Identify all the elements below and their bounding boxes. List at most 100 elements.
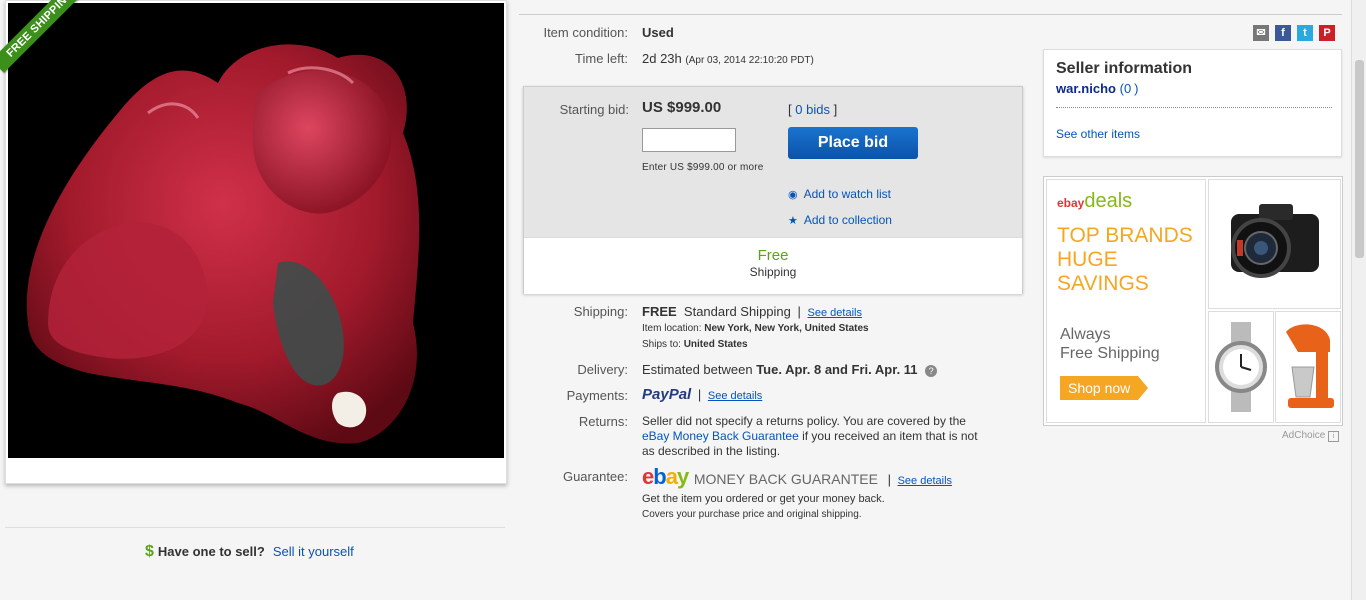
seller-feedback-close: ) xyxy=(1134,81,1139,96)
guarantee-label: Guarantee: xyxy=(562,469,628,484)
see-other-items-link[interactable]: See other items xyxy=(1056,127,1140,141)
product-image[interactable] xyxy=(8,3,504,458)
ships-to-label: Ships to: xyxy=(642,339,681,350)
shipping-value: FREE Standard Shipping | See details xyxy=(642,304,862,319)
shipping-method: Standard Shipping xyxy=(683,304,791,319)
returns-line3: as described in the listing. xyxy=(642,444,781,458)
ebay-logo: ebay xyxy=(642,464,689,489)
divider xyxy=(5,527,505,528)
add-to-collection-link[interactable]: Add to collection xyxy=(804,213,892,227)
star-icon: ★ xyxy=(788,215,798,227)
separator: | xyxy=(797,304,801,319)
starting-bid-label: Starting bid: xyxy=(559,102,629,117)
guarantee-line1: Get the item you ordered or get your mon… xyxy=(642,493,885,505)
product-photo-liver xyxy=(26,44,420,444)
seller-feedback-link[interactable]: 0 xyxy=(1124,81,1131,96)
condition-label: Item condition: xyxy=(543,25,628,40)
bid-hint: Enter US $999.00 or more xyxy=(642,162,764,173)
sell-it-yourself-link[interactable]: Sell it yourself xyxy=(273,544,354,559)
ebay-deals-logo: ebaydeals xyxy=(1057,190,1132,213)
item-location-label: Item location: xyxy=(642,323,702,334)
camera-image xyxy=(1231,204,1319,278)
time-left-duration: 2d 23h xyxy=(642,51,682,66)
ad-always: Always xyxy=(1060,326,1111,343)
separator: | xyxy=(697,387,702,402)
scrollbar[interactable] xyxy=(1351,0,1366,600)
bid-history-link[interactable]: 0 bids xyxy=(795,102,830,117)
shop-now-arrow xyxy=(1138,376,1148,400)
ad-free-shipping: Always Free Shipping xyxy=(1060,325,1160,363)
ships-to-value: United States xyxy=(683,339,748,350)
sell-question: Have one to sell? xyxy=(157,544,265,559)
ad-logo-ebay: ebay xyxy=(1057,196,1085,210)
ad-headline-line2: HUGE xyxy=(1057,248,1118,271)
help-icon[interactable]: ? xyxy=(925,364,938,377)
sell-prompt: $ Have one to sell? Sell it yourself xyxy=(145,543,354,561)
shipping-summary: Free Shipping xyxy=(524,237,1022,294)
seller-name-row: war.nicho (0) xyxy=(1056,81,1139,96)
eye-icon: ◉ xyxy=(788,189,798,201)
dollar-icon: $ xyxy=(145,543,154,560)
guarantee-see-details-link[interactable]: See details xyxy=(898,475,952,487)
returns-label: Returns: xyxy=(578,414,628,429)
shop-now-button[interactable]: Shop now xyxy=(1060,376,1138,400)
twitter-icon[interactable]: t xyxy=(1297,25,1313,41)
watch-list-action[interactable]: ◉ Add to watch list xyxy=(788,187,891,201)
free-shipping-title: Free xyxy=(757,247,789,264)
seller-name-link[interactable]: war.nicho xyxy=(1056,81,1116,96)
shipping-free: FREE xyxy=(642,304,677,319)
free-shipping-subtitle: Shipping xyxy=(749,265,797,279)
share-icons: ✉ f t P xyxy=(1253,25,1335,41)
ad-camera-tile[interactable] xyxy=(1208,179,1341,309)
shipping-see-details-link[interactable]: See details xyxy=(808,307,862,319)
starting-bid-value: US $999.00 xyxy=(642,99,722,116)
payments-value: PayPal | See details xyxy=(642,386,762,403)
ad-watch-tile[interactable] xyxy=(1208,311,1274,423)
shipping-label: Shipping: xyxy=(573,304,628,319)
condition-value: Used xyxy=(642,25,674,40)
adchoice[interactable]: AdChoice i xyxy=(1282,430,1340,442)
item-location-value: New York, New York, United States xyxy=(704,323,869,334)
ad-headline: TOP BRANDS HUGE SAVINGS xyxy=(1057,224,1193,296)
payments-label: Payments: xyxy=(566,388,628,403)
payments-see-details-link[interactable]: See details xyxy=(708,390,762,402)
time-left-detail: (Apr 03, 2014 22:10:20 PDT) xyxy=(685,55,814,66)
ebay-deals-ad[interactable]: ebaydeals TOP BRANDS HUGE SAVINGS Always… xyxy=(1043,176,1343,426)
separator: | xyxy=(887,472,891,487)
returns-line1: Seller did not specify a returns policy.… xyxy=(642,414,966,428)
guarantee-line2: Covers your purchase price and original … xyxy=(642,509,862,520)
mixer-image xyxy=(1286,324,1334,408)
ad-mixer-tile[interactable] xyxy=(1275,311,1341,423)
bid-box: Starting bid: US $999.00 [ 0 bids ] Plac… xyxy=(523,86,1023,294)
delivery-prefix: Estimated between xyxy=(642,362,753,377)
adchoice-label: AdChoice xyxy=(1282,430,1326,441)
collection-action[interactable]: ★ Add to collection xyxy=(788,213,892,227)
time-left-label: Time left: xyxy=(575,51,628,66)
product-image-card: FREE SHIPPING xyxy=(0,0,507,484)
delivery-value: Estimated between Tue. Apr. 8 and Fri. A… xyxy=(642,362,938,377)
guarantee-title: MONEY BACK GUARANTEE xyxy=(693,471,878,487)
seller-information-box: Seller information war.nicho (0) See oth… xyxy=(1043,49,1342,157)
pinterest-icon[interactable]: P xyxy=(1319,25,1335,41)
returns-line2: if you received an item that is not xyxy=(798,429,978,443)
ad-headline-line1: TOP BRANDS xyxy=(1057,224,1193,247)
divider xyxy=(519,14,1342,15)
item-location: Item location: New York, New York, Unite… xyxy=(642,323,869,334)
ad-free-shipping-text: Free Shipping xyxy=(1060,345,1160,362)
money-back-guarantee-link[interactable]: eBay Money Back Guarantee xyxy=(642,429,799,443)
scrollbar-thumb[interactable] xyxy=(1355,60,1364,258)
bid-count-close-bracket: ] xyxy=(833,102,838,117)
money-back-guarantee-logo: ebay MONEY BACK GUARANTEE | See details xyxy=(642,464,952,490)
time-left-value: 2d 23h (Apr 03, 2014 22:10:20 PDT) xyxy=(642,51,814,66)
paypal-logo: PayPal xyxy=(642,386,692,403)
ships-to: Ships to: United States xyxy=(642,339,748,350)
email-icon[interactable]: ✉ xyxy=(1253,25,1269,41)
bid-amount-input[interactable] xyxy=(642,128,736,152)
place-bid-button[interactable]: Place bid xyxy=(788,127,918,159)
bid-count-open-bracket: [ xyxy=(788,102,792,117)
ad-logo-deals: deals xyxy=(1084,190,1133,212)
divider xyxy=(1056,107,1332,108)
returns-value: Seller did not specify a returns policy.… xyxy=(642,414,1022,459)
facebook-icon[interactable]: f xyxy=(1275,25,1291,41)
add-to-watch-list-link[interactable]: Add to watch list xyxy=(804,187,891,201)
